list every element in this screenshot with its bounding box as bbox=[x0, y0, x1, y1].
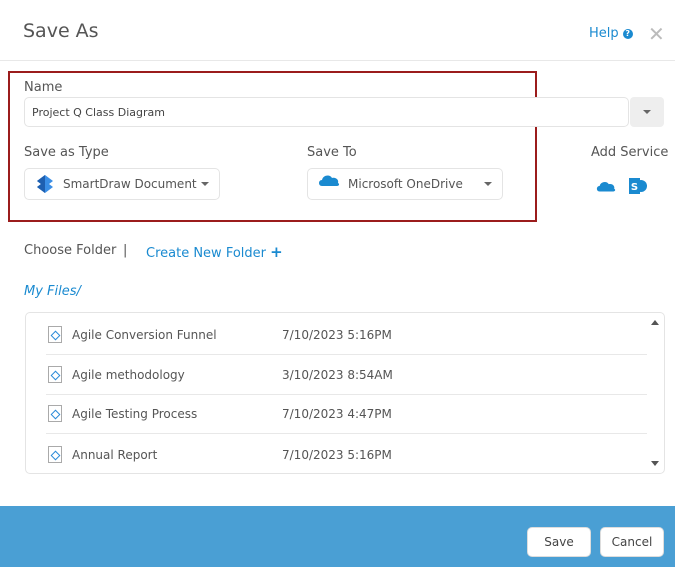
scrollbar[interactable] bbox=[646, 313, 664, 473]
onedrive-icon bbox=[319, 175, 340, 186]
chevron-down-icon bbox=[643, 110, 651, 114]
create-new-folder-link[interactable]: Create New Folder + bbox=[146, 243, 283, 261]
folder-path-breadcrumb[interactable]: My Files/ bbox=[24, 284, 81, 299]
separator: | bbox=[123, 243, 128, 258]
help-icon: ? bbox=[622, 28, 633, 39]
scroll-up-icon[interactable] bbox=[651, 320, 659, 325]
file-icon bbox=[48, 446, 62, 463]
name-dropdown-button[interactable] bbox=[630, 97, 664, 127]
choose-folder-label: Choose Folder bbox=[24, 243, 117, 258]
help-link[interactable]: Help? bbox=[589, 26, 633, 41]
file-name: Agile Testing Process bbox=[72, 406, 198, 421]
save-to-select[interactable]: Microsoft OneDrive bbox=[307, 168, 503, 200]
file-icon bbox=[48, 366, 62, 383]
dialog-title: Save As bbox=[23, 20, 99, 42]
chevron-down-icon bbox=[484, 182, 492, 186]
close-icon[interactable]: ✕ bbox=[648, 22, 665, 46]
create-new-folder-label: Create New Folder bbox=[146, 246, 266, 261]
file-date: 7/10/2023 5:16PM bbox=[282, 447, 392, 462]
file-icon bbox=[48, 405, 62, 422]
save-button[interactable]: Save bbox=[527, 527, 591, 557]
chevron-down-icon bbox=[201, 182, 209, 186]
save-to-value: Microsoft OneDrive bbox=[348, 177, 463, 191]
name-input[interactable]: Project Q Class Diagram bbox=[24, 97, 629, 127]
save-as-type-value: SmartDraw Document bbox=[63, 177, 197, 191]
add-service-label: Add Service bbox=[591, 145, 669, 160]
file-date: 7/10/2023 5:16PM bbox=[282, 327, 392, 342]
name-label: Name bbox=[24, 80, 63, 95]
file-date: 3/10/2023 8:54AM bbox=[282, 367, 393, 382]
file-name: Agile Conversion Funnel bbox=[72, 327, 217, 342]
save-as-type-label: Save as Type bbox=[24, 145, 109, 160]
scroll-down-icon[interactable] bbox=[651, 461, 659, 466]
svg-text:S: S bbox=[631, 182, 638, 193]
file-name: Annual Report bbox=[72, 447, 158, 462]
plus-icon: + bbox=[270, 243, 283, 261]
save-to-label: Save To bbox=[307, 145, 357, 160]
onedrive-service-icon[interactable] bbox=[596, 179, 616, 193]
file-icon bbox=[48, 326, 62, 343]
smartdraw-icon bbox=[37, 175, 53, 193]
file-row[interactable]: Agile methodology 3/10/2023 8:54AM bbox=[46, 355, 647, 395]
file-row[interactable]: Agile Testing Process 7/10/2023 4:47PM bbox=[46, 394, 647, 434]
file-date: 7/10/2023 4:47PM bbox=[282, 406, 392, 421]
file-name: Agile methodology bbox=[72, 367, 185, 382]
sharepoint-service-icon[interactable]: S bbox=[628, 176, 648, 196]
help-label: Help bbox=[589, 26, 619, 41]
file-row[interactable]: Agile Conversion Funnel 7/10/2023 5:16PM bbox=[46, 315, 647, 355]
header-divider bbox=[0, 60, 675, 61]
file-row[interactable]: Annual Report 7/10/2023 5:16PM bbox=[46, 435, 647, 473]
cancel-button[interactable]: Cancel bbox=[600, 527, 664, 557]
file-list: Agile Conversion Funnel 7/10/2023 5:16PM … bbox=[25, 312, 665, 474]
save-as-type-select[interactable]: SmartDraw Document bbox=[24, 168, 220, 200]
